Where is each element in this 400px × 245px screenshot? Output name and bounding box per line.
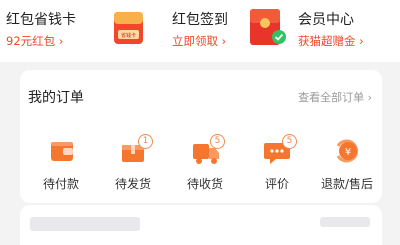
status-label: 待付款 — [42, 177, 79, 191]
svg-text:¥: ¥ — [345, 147, 351, 158]
status-review[interactable]: 5 评价 — [242, 130, 312, 195]
promo-checkin-sub: 立即领取 › — [172, 34, 227, 48]
view-all-orders-link[interactable]: 查看全部订单 › — [298, 89, 372, 105]
logistics-card[interactable] — [20, 205, 382, 245]
promo-savings-card[interactable]: 红包省钱卡 92元红包 › — [6, 0, 116, 62]
promo-membership-title: 会员中心 — [298, 12, 354, 28]
savings-card-image-text: 省钱卡 — [121, 32, 136, 39]
promo-membership[interactable]: 会员中心 获猫超赠金 › — [298, 0, 398, 62]
status-label: 待收货 — [186, 177, 223, 191]
blurred-content — [320, 217, 370, 227]
wallet-icon — [44, 136, 78, 166]
status-badge: 1 — [138, 134, 153, 149]
status-badge: 5 — [210, 134, 225, 149]
blurred-content — [30, 217, 140, 231]
status-badge: 5 — [282, 134, 297, 149]
status-pending-shipment[interactable]: 1 待发货 — [98, 130, 168, 195]
refund-icon: ¥ — [330, 136, 364, 166]
promo-savings-card-title: 红包省钱卡 — [6, 12, 76, 28]
status-label: 待发货 — [114, 177, 151, 191]
savings-card-image[interactable]: 省钱卡 — [112, 10, 145, 46]
orders-title: 我的订单 — [28, 90, 84, 106]
status-label: 退款/售后 — [320, 177, 374, 191]
status-pending-payment[interactable]: 待付款 — [26, 130, 96, 195]
promo-membership-sub: 获猫超赠金 › — [298, 34, 364, 48]
promo-savings-card-sub: 92元红包 › — [6, 34, 64, 48]
section-gap — [0, 62, 400, 70]
promo-strip: 红包省钱卡 92元红包 › 省钱卡 红包签到 立即领取 › 会员中心 获猫超赠金… — [0, 0, 400, 62]
status-label: 评价 — [264, 177, 289, 191]
status-refund-aftersales[interactable]: ¥ 退款/售后 — [312, 130, 382, 195]
status-pending-receipt[interactable]: 5 待收货 — [170, 130, 240, 195]
red-envelope-image[interactable] — [246, 6, 290, 48]
promo-checkin-title: 红包签到 — [172, 12, 228, 28]
my-orders-card: 我的订单 查看全部订单 › 待付款 1 待发货 5 待收货 5 评价 ¥ 退款/… — [20, 70, 382, 203]
